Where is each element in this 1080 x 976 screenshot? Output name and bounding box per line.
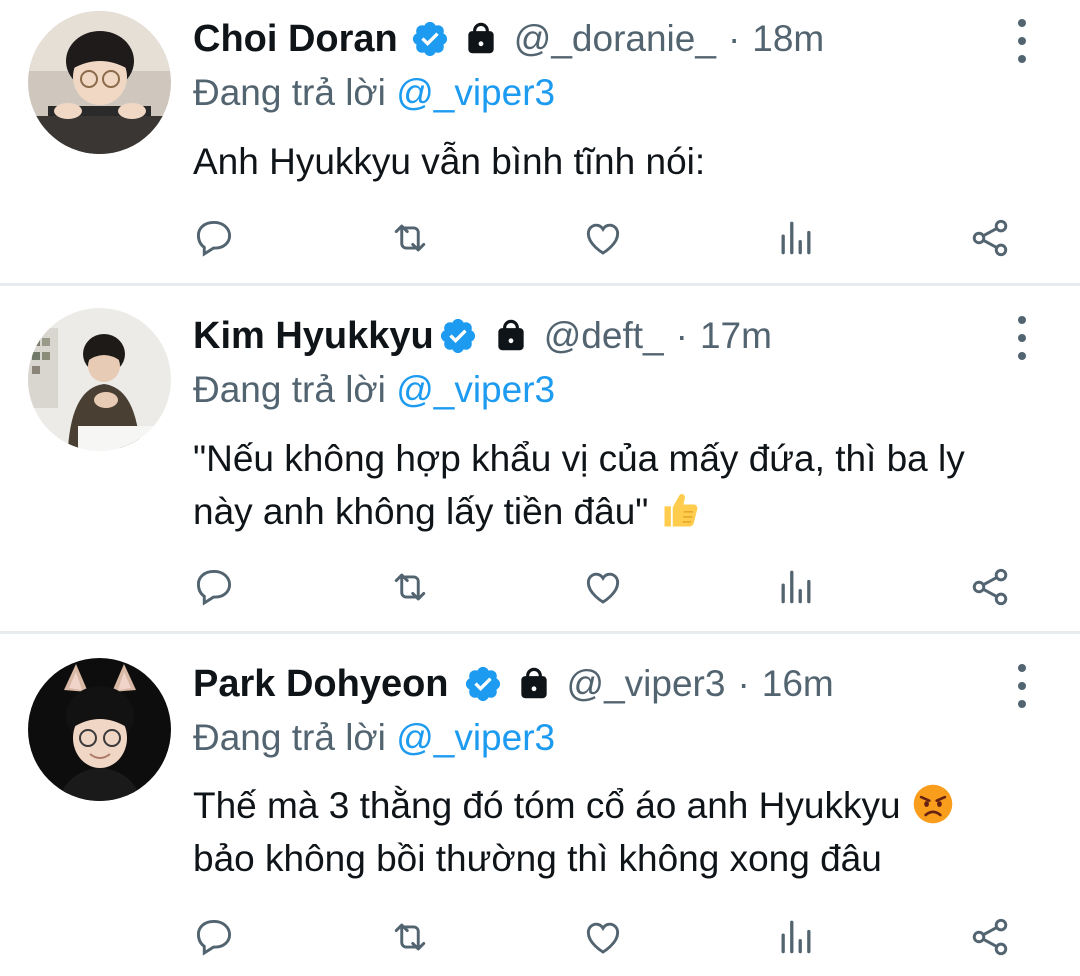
reply-mention-link[interactable]: @_viper3	[396, 369, 555, 410]
like-icon	[586, 572, 620, 604]
display-name[interactable]: Kim Hyukkyu	[193, 315, 434, 358]
tweet-text-line: Anh Hyukkyu vẫn bình tĩnh nói:	[193, 141, 706, 182]
lock-icon	[462, 20, 500, 58]
retweet-button[interactable]	[387, 564, 433, 610]
more-options-icon[interactable]	[1008, 316, 1036, 360]
angry-face-emoji	[911, 782, 955, 826]
separator-dot: ·	[727, 18, 741, 59]
retweet-icon	[394, 224, 426, 252]
timestamp[interactable]: 17m	[700, 315, 772, 357]
share-icon	[972, 219, 1008, 257]
user-handle[interactable]: @_viper3	[567, 663, 726, 705]
retweet-button[interactable]	[387, 215, 433, 261]
share-button[interactable]	[967, 914, 1013, 960]
lock-icon	[515, 665, 553, 703]
like-button[interactable]	[580, 914, 626, 960]
tweet-text-line: bảo không bồi thường thì không xong đâu	[193, 838, 882, 879]
reply-mention-link[interactable]: @_viper3	[396, 717, 555, 758]
tweet-actions	[0, 215, 1080, 265]
retweet-icon	[394, 573, 426, 601]
reply-prefix: Đang trả lời	[193, 717, 397, 758]
user-handle[interactable]: @_doranie_	[514, 18, 716, 60]
tweet-choi-doran[interactable]: Choi Doran @_doranie_ · 18m Đang trả lời…	[0, 0, 1080, 284]
views-button[interactable]	[773, 215, 819, 261]
tweet-text-line: "Nếu không hợp khẩu vị của mấy đứa, thì …	[193, 438, 965, 479]
reply-button[interactable]	[191, 564, 237, 610]
retweet-button[interactable]	[387, 914, 433, 960]
separator-dot: ·	[737, 663, 750, 704]
tweet-actions	[0, 914, 1080, 964]
like-button[interactable]	[580, 564, 626, 610]
tweet-actions	[0, 564, 1080, 614]
reply-prefix: Đang trả lời	[193, 369, 397, 410]
reply-context: Đang trả lời @_viper3	[193, 369, 555, 411]
more-options-icon[interactable]	[1008, 664, 1036, 708]
verified-badge-icon	[438, 316, 478, 356]
tweet-text: Thế mà 3 thằng đó tóm cổ áo anh Hyukkyu …	[193, 779, 1033, 885]
like-icon	[586, 922, 620, 954]
share-button[interactable]	[967, 564, 1013, 610]
reply-context: Đang trả lời @_viper3	[193, 72, 555, 114]
tweet-text-line: này anh không lấy tiền đâu"	[193, 485, 1033, 538]
reply-button[interactable]	[191, 914, 237, 960]
reply-prefix: Đang trả lời	[193, 72, 397, 113]
thumbs-up-emoji	[659, 488, 703, 532]
user-handle[interactable]: @deft_	[544, 315, 664, 357]
views-icon	[781, 221, 811, 255]
display-name[interactable]: Park Dohyeon	[193, 663, 449, 706]
share-icon	[972, 918, 1008, 956]
timestamp[interactable]: 18m	[752, 18, 824, 60]
tweet-kim-hyukkyu[interactable]: Kim Hyukkyu @deft_ · 17m Đang trả lời @_…	[0, 286, 1080, 632]
avatar[interactable]	[28, 11, 171, 154]
timestamp[interactable]: 16m	[762, 663, 834, 705]
tweet-text-line: Thế mà 3 thằng đó tóm cổ áo anh Hyukkyu	[193, 779, 1033, 832]
views-button[interactable]	[773, 914, 819, 960]
verified-badge-icon	[410, 19, 450, 59]
like-icon	[586, 223, 620, 255]
share-icon	[972, 568, 1008, 606]
reply-icon	[196, 919, 232, 956]
reply-icon	[196, 220, 232, 257]
verified-badge-icon	[463, 664, 503, 704]
reply-button[interactable]	[191, 215, 237, 261]
retweet-icon	[394, 923, 426, 951]
tweet-text: Anh Hyukkyu vẫn bình tĩnh nói:	[193, 135, 1033, 188]
reply-mention-link[interactable]: @_viper3	[396, 72, 555, 113]
views-button[interactable]	[773, 564, 819, 610]
avatar[interactable]	[28, 658, 171, 801]
more-options-icon[interactable]	[1008, 19, 1036, 63]
views-icon	[781, 920, 811, 954]
share-button[interactable]	[967, 215, 1013, 261]
reply-context: Đang trả lời @_viper3	[193, 717, 555, 759]
display-name[interactable]: Choi Doran	[193, 18, 398, 61]
lock-icon	[492, 317, 530, 355]
like-button[interactable]	[580, 215, 626, 261]
reply-icon	[196, 569, 232, 606]
separator-dot: ·	[675, 315, 688, 356]
tweet-text: "Nếu không hợp khẩu vị của mấy đứa, thì …	[193, 432, 1033, 538]
avatar[interactable]	[28, 308, 171, 451]
tweet-park-dohyeon[interactable]: Park Dohyeon @_viper3 · 16m Đang trả lời…	[0, 634, 1080, 976]
views-icon	[781, 570, 811, 604]
